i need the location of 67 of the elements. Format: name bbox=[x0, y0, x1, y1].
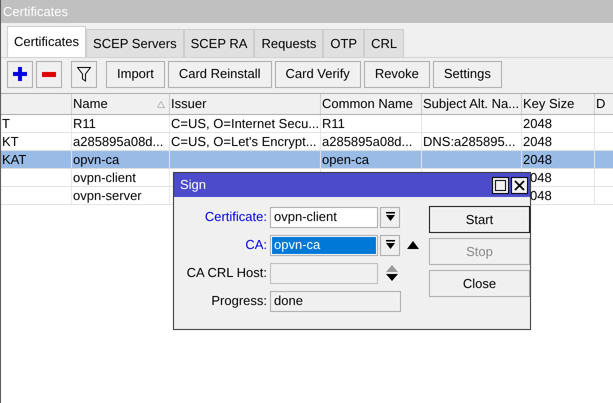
tab[interactable]: Requests bbox=[254, 29, 324, 57]
field-label[interactable]: Certificate: bbox=[204, 207, 267, 227]
dropdown-button[interactable] bbox=[380, 206, 400, 228]
column-header[interactable]: Name bbox=[73, 94, 108, 114]
input-field[interactable]: done bbox=[270, 290, 401, 312]
column-header[interactable]: Subject Alt. Na... bbox=[423, 94, 520, 114]
toolbar-button[interactable]: Revoke bbox=[364, 60, 430, 88]
close-button[interactable] bbox=[511, 176, 528, 194]
field-label: Progress: bbox=[211, 292, 267, 310]
dropdown-icon bbox=[386, 240, 394, 250]
minus-icon bbox=[42, 72, 56, 76]
table-cell: C=US, O=Let's Encrypt... bbox=[171, 133, 317, 150]
tab[interactable]: Certificates bbox=[7, 26, 86, 57]
table-cell: DNS:a285895... bbox=[423, 133, 516, 150]
add-button[interactable] bbox=[7, 60, 33, 88]
toolbar-button[interactable]: Card Reinstall bbox=[168, 60, 272, 88]
table-cell: a285895a08d... bbox=[322, 133, 412, 150]
dialog-button[interactable]: Start bbox=[429, 206, 530, 233]
field-label: CA CRL Host: bbox=[186, 264, 267, 282]
tab[interactable]: OTP bbox=[323, 29, 364, 57]
column-header[interactable]: Common Name bbox=[322, 94, 414, 114]
input-field[interactable]: opvn-ca bbox=[270, 234, 378, 256]
table-cell-text: 048 bbox=[529, 187, 552, 204]
tab[interactable]: SCEP Servers bbox=[86, 29, 184, 57]
toolbar-button[interactable]: Settings bbox=[432, 60, 502, 88]
remove-button[interactable] bbox=[36, 60, 62, 88]
close-icon bbox=[514, 180, 525, 190]
input-field[interactable]: ovpn-client bbox=[270, 206, 378, 228]
table-row[interactable]: T R11 C=US, O=Internet Secu... R11 2048 bbox=[1, 115, 613, 133]
table-cell: T bbox=[2, 115, 10, 132]
tab[interactable]: SCEP RA bbox=[184, 29, 254, 57]
dialog-title: Sign bbox=[180, 176, 206, 194]
table-cell: 2048 bbox=[523, 151, 552, 168]
filter-button[interactable] bbox=[71, 60, 97, 88]
toolbar-button[interactable]: Card Verify bbox=[274, 60, 361, 88]
table-cell: KT bbox=[2, 133, 19, 150]
table-row[interactable]: KT a285895a08d... C=US, O=Let's Encrypt... a285895a08d... DNS:a285895... 2048 bbox=[1, 133, 613, 151]
filter-icon bbox=[77, 66, 91, 82]
table-cell: C=US, O=Internet Secu... bbox=[171, 115, 320, 132]
tab[interactable]: CRL bbox=[364, 29, 404, 57]
table-cell: ovpn-client bbox=[73, 169, 136, 186]
table-cell: 2048 bbox=[523, 133, 552, 150]
table-cell: R11 bbox=[73, 115, 96, 132]
dialog-button[interactable]: Close bbox=[429, 270, 530, 297]
table-cell: KAT bbox=[2, 151, 26, 168]
dropdown-icon bbox=[386, 212, 394, 222]
table-cell-text: 048 bbox=[529, 169, 552, 186]
collapse-arrow-icon[interactable] bbox=[407, 241, 419, 249]
toolbar-button[interactable]: Import bbox=[106, 60, 165, 88]
plus-icon bbox=[13, 67, 27, 81]
maximize-button[interactable] bbox=[492, 176, 509, 194]
window-title: Certificates bbox=[1, 0, 613, 23]
table-row[interactable]: KAT opvn-ca open-ca 2048 bbox=[1, 151, 613, 169]
table-cell: opvn-ca bbox=[73, 151, 120, 168]
dropdown-button[interactable] bbox=[380, 234, 400, 256]
maximize-icon bbox=[495, 180, 506, 190]
table-cell: ovpn-server bbox=[73, 187, 142, 204]
up-down-arrows-icon[interactable] bbox=[386, 265, 398, 281]
table-cell: 2048 bbox=[523, 115, 552, 132]
table-cell: open-ca bbox=[322, 151, 369, 168]
table-cell: a285895a08d... bbox=[73, 133, 164, 150]
table-cell: R11 bbox=[322, 115, 345, 132]
column-header[interactable]: Issuer bbox=[171, 94, 206, 114]
sort-icon bbox=[157, 100, 165, 108]
field-label[interactable]: CA: bbox=[245, 235, 267, 255]
column-header[interactable]: Key Size bbox=[523, 94, 574, 114]
column-header[interactable]: D bbox=[596, 94, 606, 114]
